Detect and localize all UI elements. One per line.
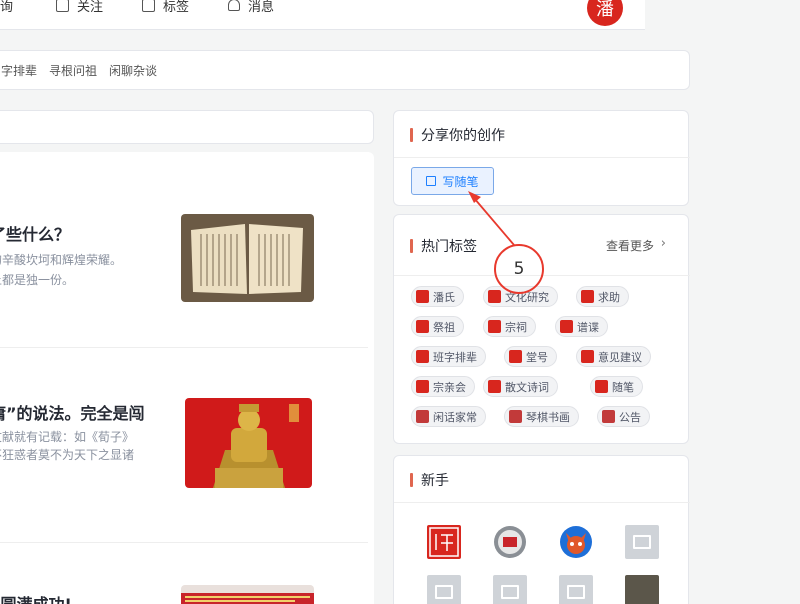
- annotation-arrow: [468, 191, 515, 246]
- annotation-step-number: 5: [513, 259, 525, 279]
- annotation-step-circle: 5: [494, 244, 544, 294]
